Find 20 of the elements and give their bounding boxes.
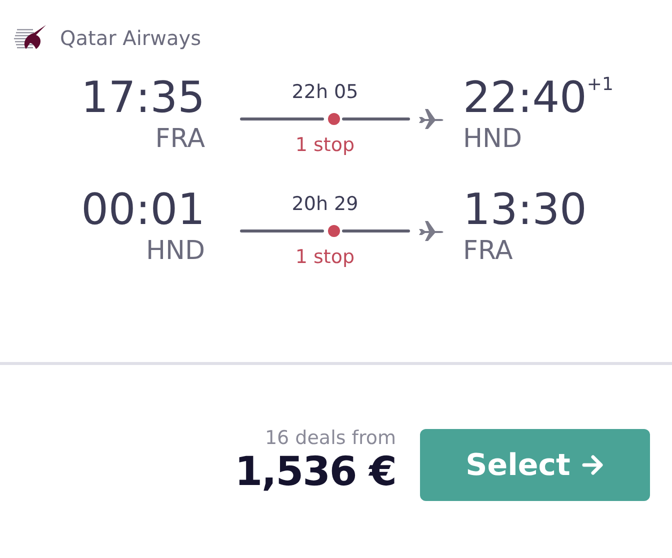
day-offset: +1 — [586, 74, 614, 95]
arrow-right-icon — [582, 454, 604, 476]
arrival-time: 22:40 — [463, 72, 587, 124]
plane-icon — [418, 220, 444, 242]
select-button[interactable]: Select — [420, 429, 650, 501]
stops-label: 1 stop — [294, 134, 356, 156]
deals-count: 16 deals from — [264, 427, 396, 449]
departure-airport: HND — [146, 236, 205, 266]
flight-duration: 22h 05 — [290, 80, 360, 104]
airline-name: Qatar Airways — [60, 26, 202, 50]
stops-label: 1 stop — [294, 246, 356, 268]
flight-duration: 20h 29 — [290, 192, 360, 216]
departure-time: 00:01 — [81, 184, 205, 236]
price: 1,536 € — [234, 449, 396, 495]
arrival-airport: HND — [463, 124, 522, 154]
plane-icon — [418, 108, 444, 130]
departure-airport: FRA — [155, 124, 205, 154]
arrival-airport: FRA — [463, 236, 513, 266]
arrival-time: 13:30 — [463, 184, 587, 236]
departure-time: 17:35 — [81, 72, 205, 124]
